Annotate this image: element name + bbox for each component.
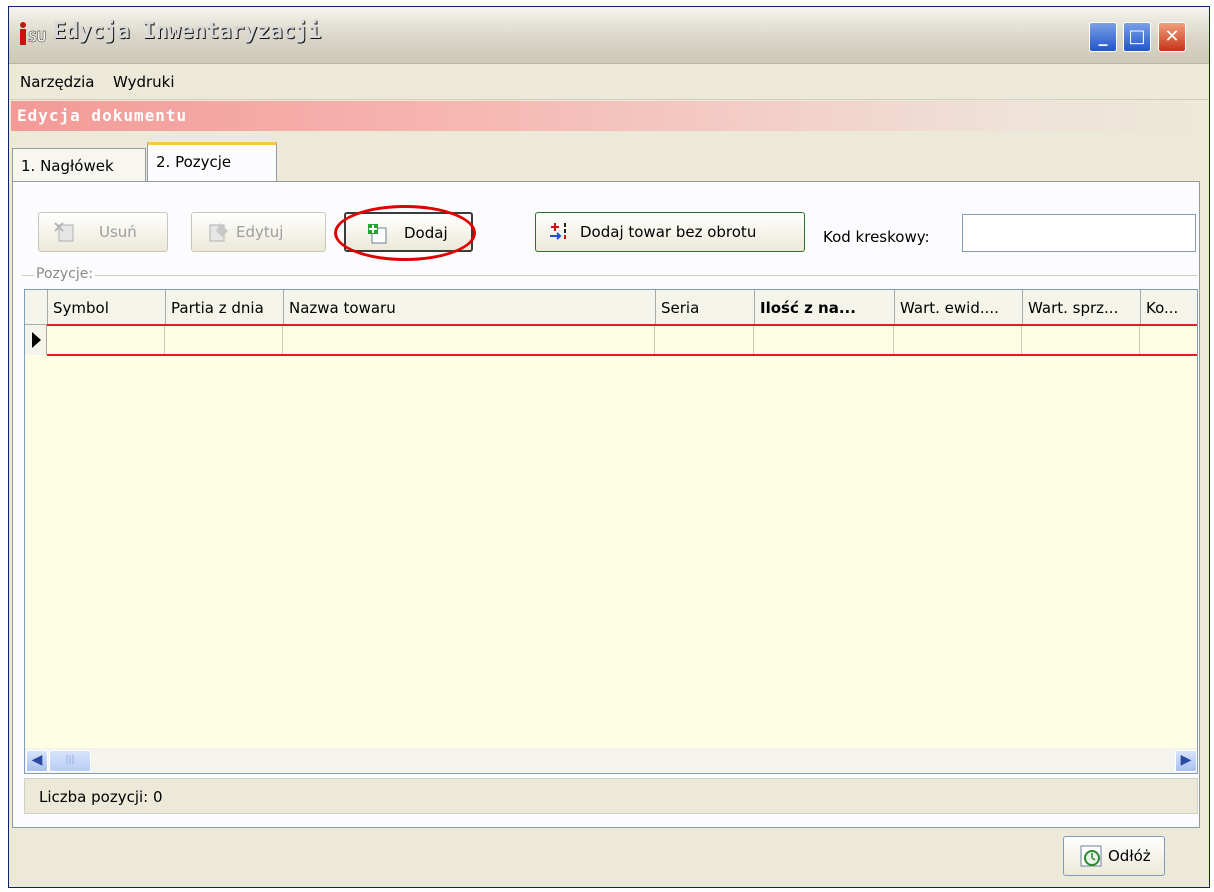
svg-text:SU: SU: [28, 28, 46, 46]
close-icon: ✕: [1164, 26, 1180, 47]
row-indicator[interactable]: [25, 325, 47, 355]
window-title: Edycja Inwentaryzacji: [53, 19, 321, 44]
current-row-arrow-icon: [32, 332, 41, 348]
scroll-left-icon[interactable]: ◀: [26, 750, 48, 772]
menu-wydruki[interactable]: Wydruki: [113, 73, 175, 91]
edit-label: Edytuj: [236, 223, 284, 241]
minimize-icon: _: [1098, 26, 1108, 47]
add-no-turnover-label: Dodaj towar bez obrotu: [580, 223, 757, 241]
stopwatch-icon: [1080, 845, 1102, 867]
scroll-right-icon[interactable]: ▶: [1175, 750, 1197, 772]
positions-count: Liczba pozycji: 0: [39, 788, 163, 806]
cell-partia[interactable]: [165, 326, 283, 354]
odloz-label: Odłóż: [1108, 847, 1151, 865]
remove-button[interactable]: Usuń: [38, 212, 168, 252]
col-ilosc[interactable]: Ilość z na...: [755, 290, 895, 324]
tab-strip: 1. Nagłówek 2. Pozycje: [12, 142, 1198, 182]
col-seria[interactable]: Seria: [656, 290, 755, 324]
scroll-thumb[interactable]: |||: [49, 750, 91, 772]
cell-nazwa[interactable]: [283, 326, 655, 354]
maximize-button[interactable]: □: [1123, 22, 1151, 52]
barcode-input[interactable]: [962, 214, 1196, 252]
maximize-icon: □: [1128, 26, 1146, 47]
title-bar[interactable]: SU Edycja Inwentaryzacji _ □ ✕: [9, 7, 1209, 64]
cell-symbol[interactable]: [47, 326, 165, 354]
remove-label: Usuń: [99, 223, 137, 241]
col-wart-ewid[interactable]: Wart. ewid....: [895, 290, 1023, 324]
edit-item-icon: [209, 223, 228, 242]
cell-ilosc[interactable]: [754, 326, 894, 354]
section-banner: Edycja dokumentu: [11, 101, 1197, 131]
tab-pozycje[interactable]: 2. Pozycje: [147, 142, 277, 182]
menu-bar: Narzędzia Wydruki: [9, 64, 1209, 100]
add-no-turnover-button[interactable]: Dodaj towar bez obrotu: [535, 212, 805, 252]
col-wart-sprz[interactable]: Wart. sprz...: [1023, 290, 1141, 324]
add-label: Dodaj: [404, 224, 448, 242]
table-row[interactable]: [47, 324, 1197, 356]
status-bar: Liczba pozycji: 0: [24, 778, 1198, 814]
tab-naglowek[interactable]: 1. Nagłówek: [12, 148, 146, 181]
horizontal-scrollbar[interactable]: ◀ ||| ▶: [25, 748, 1197, 773]
close-window-button[interactable]: ✕: [1158, 22, 1186, 52]
edit-button[interactable]: Edytuj: [191, 212, 326, 252]
positions-group-border: [22, 275, 1198, 276]
isu-app-icon: SU: [20, 22, 46, 46]
delete-item-icon: [54, 222, 74, 242]
col-ko[interactable]: Ko...: [1141, 290, 1197, 324]
odloz-button[interactable]: Odłóż: [1063, 836, 1165, 876]
add-no-turnover-icon: [550, 223, 566, 240]
cell-seria[interactable]: [655, 326, 754, 354]
menu-narzedzia[interactable]: Narzędzia: [20, 73, 94, 91]
cell-wart-sprz[interactable]: [1022, 326, 1140, 354]
barcode-label: Kod kreskowy:: [823, 228, 930, 246]
positions-group-label: Pozycje:: [34, 266, 96, 282]
col-partia[interactable]: Partia z dnia: [166, 290, 284, 324]
add-item-icon: [368, 224, 387, 244]
col-symbol[interactable]: Symbol: [48, 290, 166, 324]
cell-wart-ewid[interactable]: [894, 326, 1022, 354]
section-title: Edycja dokumentu: [17, 106, 188, 125]
minimize-button[interactable]: _: [1089, 22, 1117, 52]
header-corner: [25, 290, 48, 324]
grid-header: Symbol Partia z dnia Nazwa towaru Seria …: [25, 290, 1197, 325]
col-nazwa[interactable]: Nazwa towaru: [284, 290, 656, 324]
positions-grid[interactable]: Symbol Partia z dnia Nazwa towaru Seria …: [24, 289, 1198, 774]
cell-ko[interactable]: [1140, 326, 1197, 354]
add-button[interactable]: Dodaj: [344, 212, 473, 252]
